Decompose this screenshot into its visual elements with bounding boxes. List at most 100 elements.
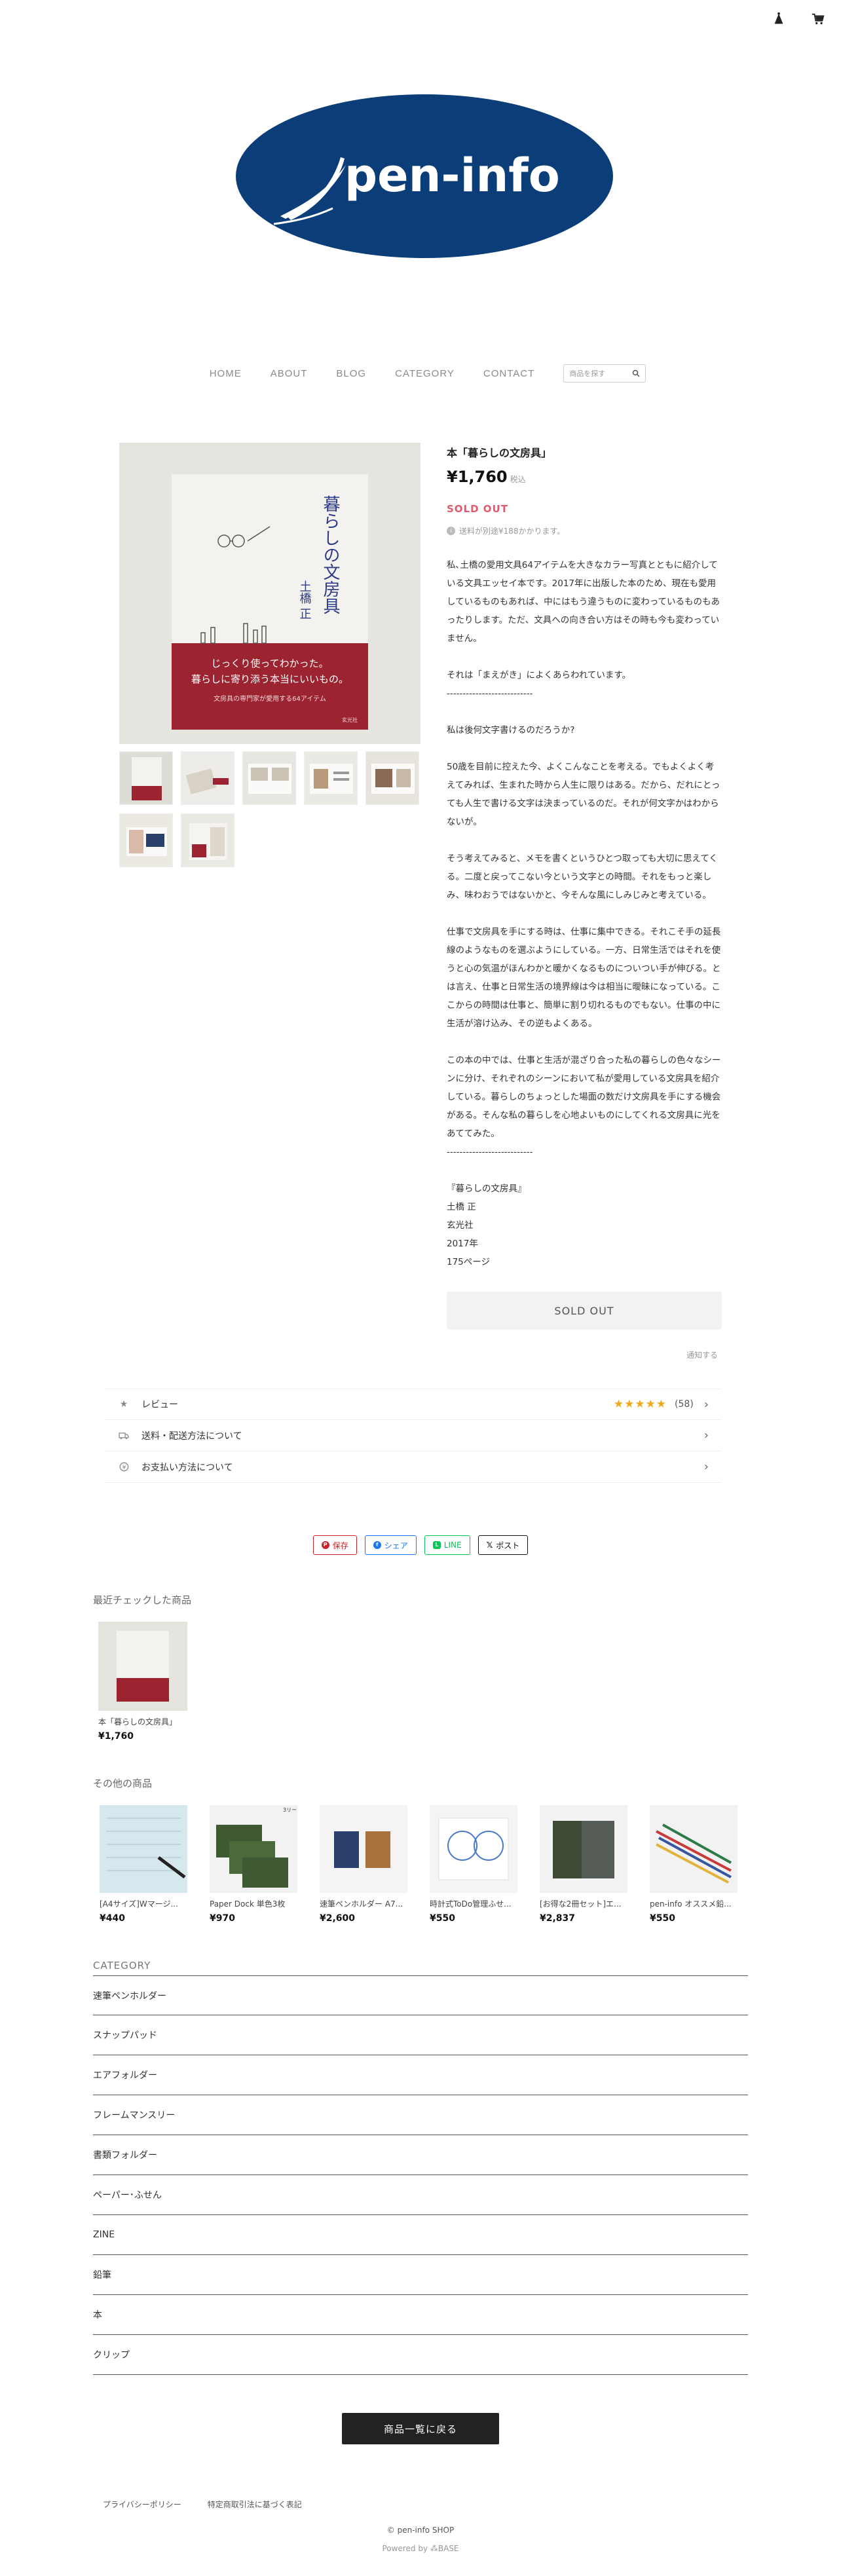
chevron-right-icon: › [703, 1460, 709, 1474]
recent-item-name: 本「暮らしの文房具」 [98, 1717, 178, 1727]
recent-item-image [98, 1622, 187, 1711]
category-item[interactable]: スナップパッド [93, 2015, 748, 2055]
star-icon: ★ [119, 1399, 128, 1409]
product-title: 本「暮らしの文房具」 [447, 447, 552, 459]
nav-about[interactable]: ABOUT [271, 368, 308, 379]
product-card[interactable]: 3リーフ Paper Dock 単色3枚 ¥970 [210, 1805, 297, 1924]
thumbnail-1[interactable] [119, 751, 173, 805]
thumbnail-6[interactable] [119, 813, 173, 867]
product-name: 速筆ペンホルダー A7... [320, 1899, 403, 1909]
save-label: 保存 [332, 1540, 348, 1550]
sold-out-button[interactable]: SOLD OUT [447, 1292, 722, 1330]
book-cover-illustration: 暮らしの文房具 土橋 正 じっくり使ってわかった。 暮らしに寄り添う本当にいいも… [119, 443, 421, 744]
footer-links: プライバシーポリシー 特定商取引法に基づく表記 [103, 2499, 302, 2510]
category-item[interactable]: 鉛筆 [93, 2255, 748, 2295]
payment-row[interactable]: ¥ お支払い方法について › [105, 1451, 722, 1483]
back-to-list-button[interactable]: 商品一覧に戻る [342, 2413, 499, 2444]
line-share-button[interactable]: L LINE [424, 1535, 470, 1555]
tax-label: 税込 [510, 475, 526, 484]
product-card[interactable]: [A4サイズ]Wマージ... ¥440 [100, 1805, 187, 1924]
desc-paragraph: 50歳を目前に控えた今、よくこんなことを考える。でもよくよく考えてみれば、生まれ… [447, 762, 720, 827]
facebook-share-button[interactable]: f シェア [364, 1535, 417, 1555]
product-image [320, 1805, 407, 1893]
account-icon[interactable] [772, 12, 786, 26]
powered-label: Powered by [382, 2544, 428, 2553]
privacy-policy-link[interactable]: プライバシーポリシー [103, 2499, 181, 2510]
restock-notify-link[interactable]: 通知する [686, 1349, 718, 1360]
x-post-button[interactable]: 𝕏 ポスト [477, 1535, 529, 1555]
product-card[interactable]: [お得な2冊セット]エ... ¥2,837 [540, 1805, 627, 1924]
search-input[interactable]: 商品を探す [563, 364, 646, 383]
copyright: © pen-info SHOP [386, 2526, 455, 2535]
nav-home[interactable]: HOME [210, 368, 242, 379]
meta-line: 土橋 正 [447, 1202, 476, 1212]
thumbnail-4[interactable] [304, 751, 358, 805]
product-name: [お得な2冊セット]エ... [540, 1899, 622, 1909]
chevron-right-icon: › [703, 1397, 709, 1411]
product-image [430, 1805, 517, 1893]
desc-paragraph: 仕事で文房具を手にする時は、仕事に集中できる。それこそ手の延長線のようなものを選… [447, 927, 721, 1029]
category-item[interactable]: ペーパー･ふせん [93, 2175, 748, 2215]
product-price: ¥970 [210, 1913, 235, 1924]
base-brand: BASE [438, 2544, 459, 2553]
cover-band-line3: 文房具の専門家が愛用する64アイテム [214, 694, 326, 703]
shipping-row[interactable]: 送料・配送方法について › [105, 1420, 722, 1451]
chevron-right-icon: › [703, 1428, 709, 1442]
product-card[interactable]: 速筆ペンホルダー A7... ¥2,600 [320, 1805, 407, 1924]
product-main-image[interactable]: 暮らしの文房具 土橋 正 じっくり使ってわかった。 暮らしに寄り添う本当にいいも… [119, 443, 421, 744]
info-icon: i [447, 527, 455, 535]
product-badge: 3リーフ [283, 1807, 297, 1813]
category-item[interactable]: 書類フォルダー [93, 2135, 748, 2175]
product-info: 本「暮らしの文房具」 ¥1,760 税込 SOLD OUT i 送料が別途¥188か… [447, 444, 722, 1271]
pinterest-save-button[interactable]: P 保存 [312, 1535, 357, 1555]
cover-author: 土橋 正 [298, 580, 312, 620]
nav-blog[interactable]: BLOG [336, 368, 366, 379]
product-price: ¥2,600 [320, 1913, 356, 1924]
category-item[interactable]: クリップ [93, 2335, 748, 2375]
thumbnail-3[interactable] [242, 751, 296, 805]
recent-item[interactable]: 本「暮らしの文房具」 ¥1,760 [98, 1622, 190, 1742]
product-card[interactable]: 時計式ToDo管理ふせ... ¥550 [430, 1805, 517, 1924]
recent-title: 最近チェックした商品 [93, 1594, 192, 1606]
commerce-law-link[interactable]: 特定商取引法に基づく表記 [208, 2499, 302, 2510]
desc-paragraph: それは「まえがき」によくあらわれています。 [447, 670, 631, 681]
category-title: CATEGORY [93, 1960, 151, 1971]
category-item[interactable]: エアフォルダー [93, 2055, 748, 2095]
product-price: ¥2,837 [540, 1913, 576, 1924]
desc-divider: --------------------------- [447, 688, 533, 699]
cart-icon[interactable] [811, 12, 825, 26]
product-name: [A4サイズ]Wマージ... [100, 1899, 178, 1909]
shipping-note-text: 送料が別途¥188かかります。 [459, 527, 565, 536]
desc-divider: --------------------------- [447, 1147, 533, 1157]
product-price: ¥440 [100, 1913, 125, 1924]
thumbnail-5[interactable] [365, 751, 419, 805]
review-count: (58) [675, 1399, 694, 1409]
nav-category[interactable]: CATEGORY [395, 368, 455, 379]
site-logo[interactable]: pen-info [234, 93, 614, 259]
cover-band-line2: 暮らしに寄り添う本当にいいもの。 [191, 673, 348, 685]
book-meta: 『暮らしの文房具』 土橋 正 玄光社 2017年 175ページ [447, 1180, 722, 1271]
category-item[interactable]: 本 [93, 2295, 748, 2335]
share-buttons: P 保存 f シェア L LINE 𝕏 ポスト [0, 1535, 841, 1555]
review-row[interactable]: ★ レビュー ★★★★★ (58) › [105, 1389, 722, 1420]
category-item[interactable]: フレームマンスリー [93, 2095, 748, 2135]
product-price: ¥1,760 税込 [447, 468, 722, 486]
category-list: 速筆ペンホルダー スナップパッド エアフォルダー フレームマンスリー 書類フォル… [93, 1975, 748, 2375]
desc-paragraph: そう考えてみると、メモを書くというひとつ取っても大切に思えてくる。二度と戻ってこ… [447, 853, 718, 901]
thumbnail-7[interactable] [181, 813, 234, 867]
powered-by[interactable]: Powered by ⁂BASE [0, 2544, 841, 2553]
pinterest-icon: P [321, 1541, 329, 1549]
meta-line: 『暮らしの文房具』 [447, 1184, 527, 1194]
payment-label: お支払い方法について [141, 1462, 233, 1473]
shipping-label: 送料・配送方法について [141, 1430, 242, 1442]
category-item[interactable]: ZINE [93, 2215, 748, 2255]
main-nav: HOME ABOUT BLOG CATEGORY CONTACT 商品を探す [0, 364, 841, 383]
search-icon[interactable] [632, 369, 640, 377]
meta-line: 175ページ [447, 1257, 490, 1267]
category-item[interactable]: 速筆ペンホルダー [93, 1975, 748, 2015]
product-card[interactable]: pen-info オススメ鉛... ¥550 [650, 1805, 738, 1924]
nav-contact[interactable]: CONTACT [483, 368, 534, 379]
facebook-icon: f [373, 1541, 381, 1549]
thumbnail-2[interactable] [181, 751, 234, 805]
sold-out-label: SOLD OUT [447, 503, 508, 515]
